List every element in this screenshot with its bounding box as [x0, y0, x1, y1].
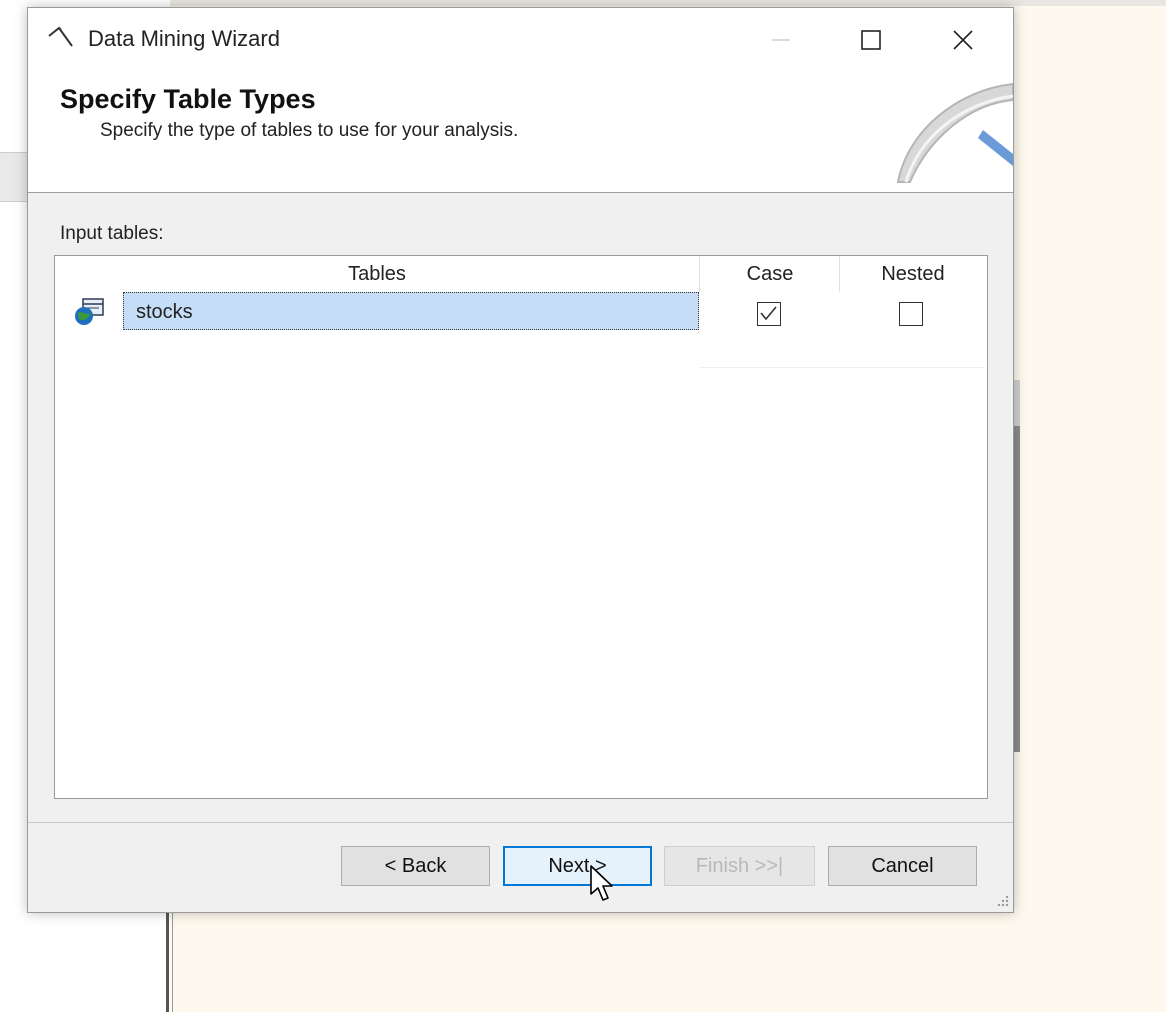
table-row[interactable]: stocks [55, 292, 985, 368]
footer-divider [28, 822, 1013, 823]
case-checkbox[interactable] [757, 302, 781, 326]
maximize-button[interactable] [836, 18, 906, 62]
cancel-button[interactable]: Cancel [828, 846, 977, 886]
input-tables-label: Input tables: [60, 223, 164, 244]
wizard-header: Specify Table Types Specify the type of … [28, 70, 1013, 193]
nested-checkbox[interactable] [899, 302, 923, 326]
window-title: Data Mining Wizard [88, 26, 280, 51]
page-title: Specify Table Types [60, 84, 316, 114]
mouse-cursor-icon [590, 865, 613, 901]
checkmark-icon [760, 306, 777, 321]
page-subtitle: Specify the type of tables to use for yo… [100, 120, 519, 141]
close-icon [953, 30, 973, 50]
pickaxe-icon [48, 26, 73, 47]
minimize-icon [772, 39, 790, 41]
database-table-icon [75, 298, 104, 325]
finish-button[interactable]: Finish >>| [664, 846, 815, 886]
column-header-case[interactable]: Case [699, 256, 840, 292]
pickaxe-banner-icon [896, 82, 1013, 183]
next-button[interactable]: Next > [503, 846, 652, 886]
resize-grip-icon[interactable] [994, 892, 1010, 908]
column-header-tables[interactable]: Tables [55, 256, 699, 292]
title-bar[interactable]: Data Mining Wizard [28, 8, 1013, 70]
background-top-strip [0, 0, 1166, 6]
input-tables-grid[interactable]: Tables Case Nested stocks [54, 255, 988, 799]
minimize-button[interactable] [746, 18, 816, 62]
data-mining-wizard-dialog: Data Mining Wizard Specify Table Types S… [27, 7, 1014, 913]
background-toolbar-stub [0, 152, 30, 202]
row-separator [699, 367, 985, 368]
table-name-cell[interactable]: stocks [123, 292, 699, 330]
column-header-nested[interactable]: Nested [839, 256, 986, 292]
back-button[interactable]: < Back [341, 846, 490, 886]
table-name: stocks [136, 301, 193, 323]
close-button[interactable] [928, 18, 998, 62]
maximize-icon [861, 30, 881, 50]
